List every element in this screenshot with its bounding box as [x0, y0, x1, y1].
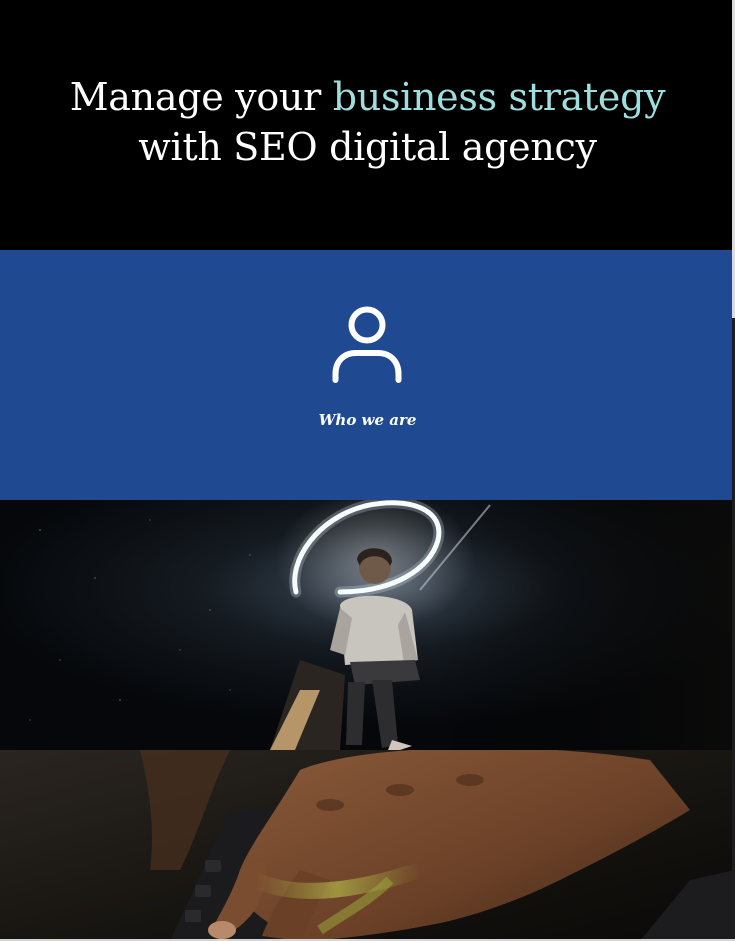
who-we-are-label[interactable]: Who we are [0, 409, 735, 431]
hero-title: Manage your business strategy with SEO di… [28, 72, 708, 172]
hero-title-accent: business strategy [332, 75, 666, 119]
hands-on-keyboard-photo [0, 750, 735, 941]
page: Manage your business strategy with SEO di… [0, 0, 735, 941]
hero-title-part2: with SEO digital agency [138, 125, 597, 169]
man-with-light-ring-photo [0, 500, 735, 750]
hero-section: Manage your business strategy with SEO di… [0, 0, 735, 250]
who-we-are-section[interactable]: Who we are [0, 250, 735, 500]
hero-title-part1: Manage your [69, 75, 333, 119]
hands-on-keyboard-illustration [0, 750, 735, 941]
user-icon [332, 306, 402, 383]
man-with-light-ring-illustration [0, 500, 735, 750]
